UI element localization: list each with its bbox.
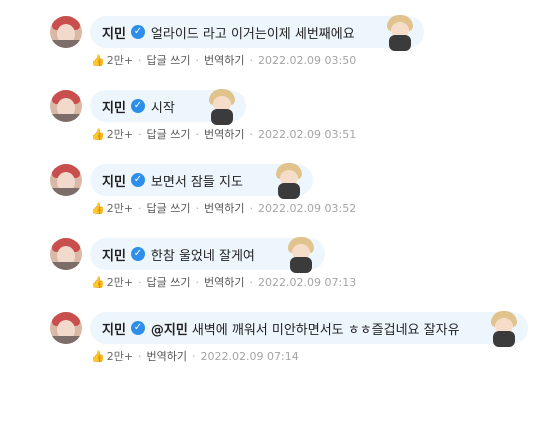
separator: · (192, 349, 196, 363)
like-count: 2만+ (106, 54, 134, 67)
comment-text: 시작 (150, 100, 175, 116)
avatar[interactable] (50, 164, 82, 196)
comment-text: 새벽에 깨워서 미안하면서도 ㅎㅎ즐겁네요 잘자유 (191, 322, 460, 338)
verified-check-icon: ✓ (130, 247, 145, 261)
thumbs-up-icon[interactable]: 👍 (91, 128, 105, 141)
sticker-image (206, 89, 238, 125)
comment-text: 보면서 잠들 지도 (150, 174, 243, 190)
translate-button[interactable]: 번역하기 (204, 52, 244, 68)
separator: · (249, 201, 254, 215)
comment-date: 2022.02.09 03:50 (258, 53, 357, 67)
comment-text: 한참 울었네 잘게여 (150, 248, 255, 264)
separator: · (195, 127, 200, 141)
separator: · (138, 275, 142, 289)
mention-link[interactable]: @지민 (151, 319, 188, 338)
separator: · (249, 275, 254, 289)
comment-bubble: 지민 ✓ 시작 (90, 89, 246, 125)
like-count: 2만+ (106, 202, 134, 215)
comment-date: 2022.02.09 03:51 (258, 127, 357, 141)
comment-meta: 👍 2만+ · 답글 쓰기 · 번역하기 · 2022.02.09 07:13 (91, 274, 356, 290)
translate-button[interactable]: 번역하기 (204, 126, 244, 142)
comment-text: 얼라이드 라고 이거는이제 세번째에요 (150, 26, 355, 42)
comment-date: 2022.02.09 07:14 (200, 349, 299, 363)
avatar[interactable] (50, 238, 82, 270)
comment-bubble: 지민 ✓ 보면서 잠들 지도 (90, 163, 313, 199)
reply-button[interactable]: 답글 쓰기 (147, 52, 191, 68)
avatar[interactable] (50, 90, 82, 122)
verified-check-icon: ✓ (130, 25, 145, 39)
avatar[interactable] (50, 312, 82, 344)
sticker-image (285, 237, 317, 273)
like-count: 2만+ (106, 276, 134, 289)
translate-button[interactable]: 번역하기 (204, 200, 244, 216)
author-name[interactable]: 지민 (102, 319, 126, 338)
translate-button[interactable]: 번역하기 (204, 274, 244, 290)
like-count: 2만+ (106, 128, 134, 141)
reply-button[interactable]: 답글 쓰기 (147, 126, 191, 142)
thumbs-up-icon[interactable]: 👍 (91, 54, 105, 67)
sticker-image (384, 15, 416, 51)
comment-date: 2022.02.09 03:52 (258, 201, 357, 215)
comment-bubble: 지민 ✓ 한참 울었네 잘게여 (90, 237, 325, 273)
separator: · (195, 201, 200, 215)
separator: · (249, 53, 254, 67)
comment-bubble: 지민 ✓ @지민 새벽에 깨워서 미안하면서도 ㅎㅎ즐겁네요 잘자유 (90, 311, 528, 347)
comment-meta: 👍 2만+ · 번역하기 · 2022.02.09 07:14 (91, 348, 299, 364)
separator: · (138, 53, 142, 67)
comment-bubble: 지민 ✓ 얼라이드 라고 이거는이제 세번째에요 (90, 15, 424, 51)
author-name[interactable]: 지민 (102, 23, 126, 42)
separator: · (195, 275, 200, 289)
verified-check-icon: ✓ (130, 173, 145, 187)
comment-date: 2022.02.09 07:13 (258, 275, 357, 289)
comment-meta: 👍 2만+ · 답글 쓰기 · 번역하기 · 2022.02.09 03:52 (91, 200, 356, 216)
separator: · (138, 127, 142, 141)
comment-meta: 👍 2만+ · 답글 쓰기 · 번역하기 · 2022.02.09 03:50 (91, 52, 356, 68)
sticker-image (273, 163, 305, 199)
verified-check-icon: ✓ (130, 99, 145, 113)
sticker-image (488, 311, 520, 347)
author-name[interactable]: 지민 (102, 245, 126, 264)
translate-button[interactable]: 번역하기 (147, 348, 187, 364)
author-name[interactable]: 지민 (102, 171, 126, 190)
separator: · (195, 53, 200, 67)
thumbs-up-icon[interactable]: 👍 (91, 350, 105, 363)
thumbs-up-icon[interactable]: 👍 (91, 276, 105, 289)
separator: · (249, 127, 254, 141)
separator: · (138, 349, 142, 363)
separator: · (138, 201, 142, 215)
avatar[interactable] (50, 16, 82, 48)
author-name[interactable]: 지민 (102, 97, 126, 116)
verified-check-icon: ✓ (130, 321, 145, 335)
comment-meta: 👍 2만+ · 답글 쓰기 · 번역하기 · 2022.02.09 03:51 (91, 126, 356, 142)
like-count: 2만+ (106, 350, 134, 363)
reply-button[interactable]: 답글 쓰기 (147, 274, 191, 290)
thumbs-up-icon[interactable]: 👍 (91, 202, 105, 215)
reply-button[interactable]: 답글 쓰기 (147, 200, 191, 216)
